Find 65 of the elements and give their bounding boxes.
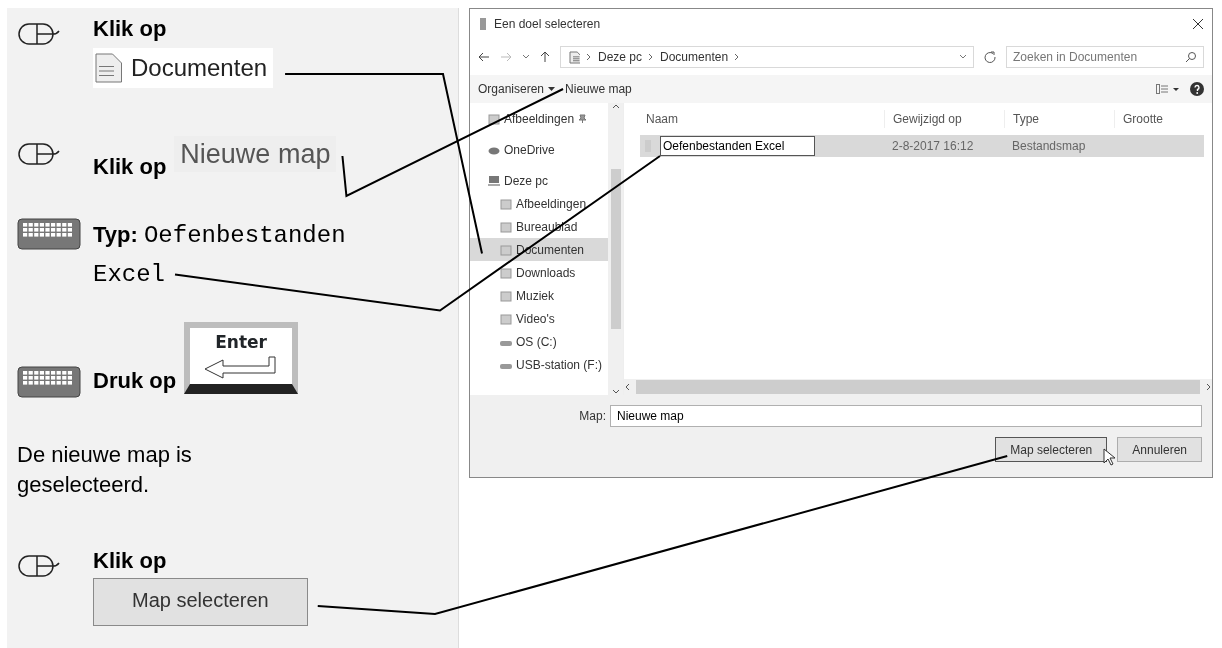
chevron-up-icon <box>611 103 620 109</box>
field-label: Map: <box>578 408 606 425</box>
chevron-down-icon[interactable] <box>522 54 530 60</box>
file-row[interactable]: Oefenbestanden Excel 2-8-2017 16:12 Bestandsmap <box>640 135 1204 157</box>
search-field[interactable]: Zoeken in Documenten <box>1006 46 1204 68</box>
instruction-label: Klik op <box>93 154 167 180</box>
breadcrumb-item[interactable]: Deze pc <box>598 48 643 66</box>
column-header[interactable]: Gewijzigd op <box>884 110 1004 128</box>
column-header[interactable]: Grootte <box>1114 110 1184 128</box>
chevron-right-icon <box>648 53 655 61</box>
chevron-down-icon <box>959 54 967 60</box>
select-button[interactable]: Map selecteren <box>995 437 1108 462</box>
mouse-icon <box>17 554 61 578</box>
keyboard-icon <box>17 366 81 398</box>
folder-label: Nieuwe map <box>174 136 337 172</box>
keyboard-icon <box>17 218 81 250</box>
nav-item[interactable]: Muziek <box>470 284 608 307</box>
search-icon <box>1185 51 1197 63</box>
folder-field[interactable]: Nieuwe map <box>610 405 1202 427</box>
nav-item[interactable]: OneDrive <box>470 138 608 161</box>
toolbar-button[interactable]: Nieuwe map <box>565 80 632 98</box>
up-arrow-icon[interactable] <box>540 51 550 63</box>
nav-item[interactable]: Deze pc <box>470 169 608 192</box>
instruction-label: Druk op <box>93 368 177 394</box>
cancel-button[interactable]: Annuleren <box>1117 437 1202 462</box>
nav-item[interactable]: OS (C:) <box>470 330 608 353</box>
refresh-icon[interactable] <box>984 51 996 63</box>
mouse-icon <box>17 22 61 46</box>
nav-item[interactable]: Afbeeldingen <box>470 192 608 215</box>
nav-item[interactable]: Video's <box>470 307 608 330</box>
mouse-icon <box>17 142 61 166</box>
typing-instruction: Typ: Oefenbestanden Excel <box>93 221 347 290</box>
column-header[interactable]: Type <box>1004 110 1114 128</box>
instruction-label: Klik op <box>93 548 168 574</box>
vertical-scrollbar[interactable] <box>608 103 623 395</box>
close-icon[interactable] <box>1192 18 1204 30</box>
computer-icon <box>488 174 500 187</box>
rename-field[interactable]: Oefenbestanden Excel <box>660 136 815 156</box>
cursor-icon <box>1103 448 1115 466</box>
column-header[interactable]: Naam <box>624 110 884 128</box>
key-label: Enter <box>215 331 267 354</box>
document-icon <box>93 53 123 83</box>
pin-icon <box>578 114 588 123</box>
item-label: Documenten <box>131 53 268 83</box>
table-cell-text: 2-8-2017 16:12 <box>891 138 975 155</box>
document-icon <box>567 50 580 64</box>
nav-item[interactable]: USB-station (F:) <box>470 353 608 376</box>
instruction-label: Klik op <box>93 16 168 42</box>
window-title: Een doel selecteren <box>494 16 602 33</box>
toolbar-button[interactable]: Organiseren <box>478 80 556 98</box>
nav-item[interactable]: Downloads <box>470 261 608 284</box>
chevron-right-icon <box>1206 383 1212 391</box>
breadcrumb-item[interactable]: Documenten <box>660 48 729 66</box>
nav-item[interactable]: Afbeeldingen <box>470 107 608 130</box>
table-cell-text: Bestandsmap <box>1011 138 1087 155</box>
chevron-right-icon <box>734 53 741 61</box>
view-options-icon[interactable] <box>1156 84 1180 94</box>
button-image: Map selecteren <box>93 578 308 626</box>
note-text: De nieuwe map is geselecteerd. <box>16 441 193 499</box>
chevron-right-icon <box>586 53 592 61</box>
back-arrow-icon[interactable] <box>478 52 490 62</box>
chevron-down-icon <box>611 389 620 395</box>
help-icon[interactable] <box>1190 82 1204 96</box>
chevron-left-icon <box>624 383 630 391</box>
address-bar[interactable]: Deze pc Documenten <box>560 46 974 68</box>
